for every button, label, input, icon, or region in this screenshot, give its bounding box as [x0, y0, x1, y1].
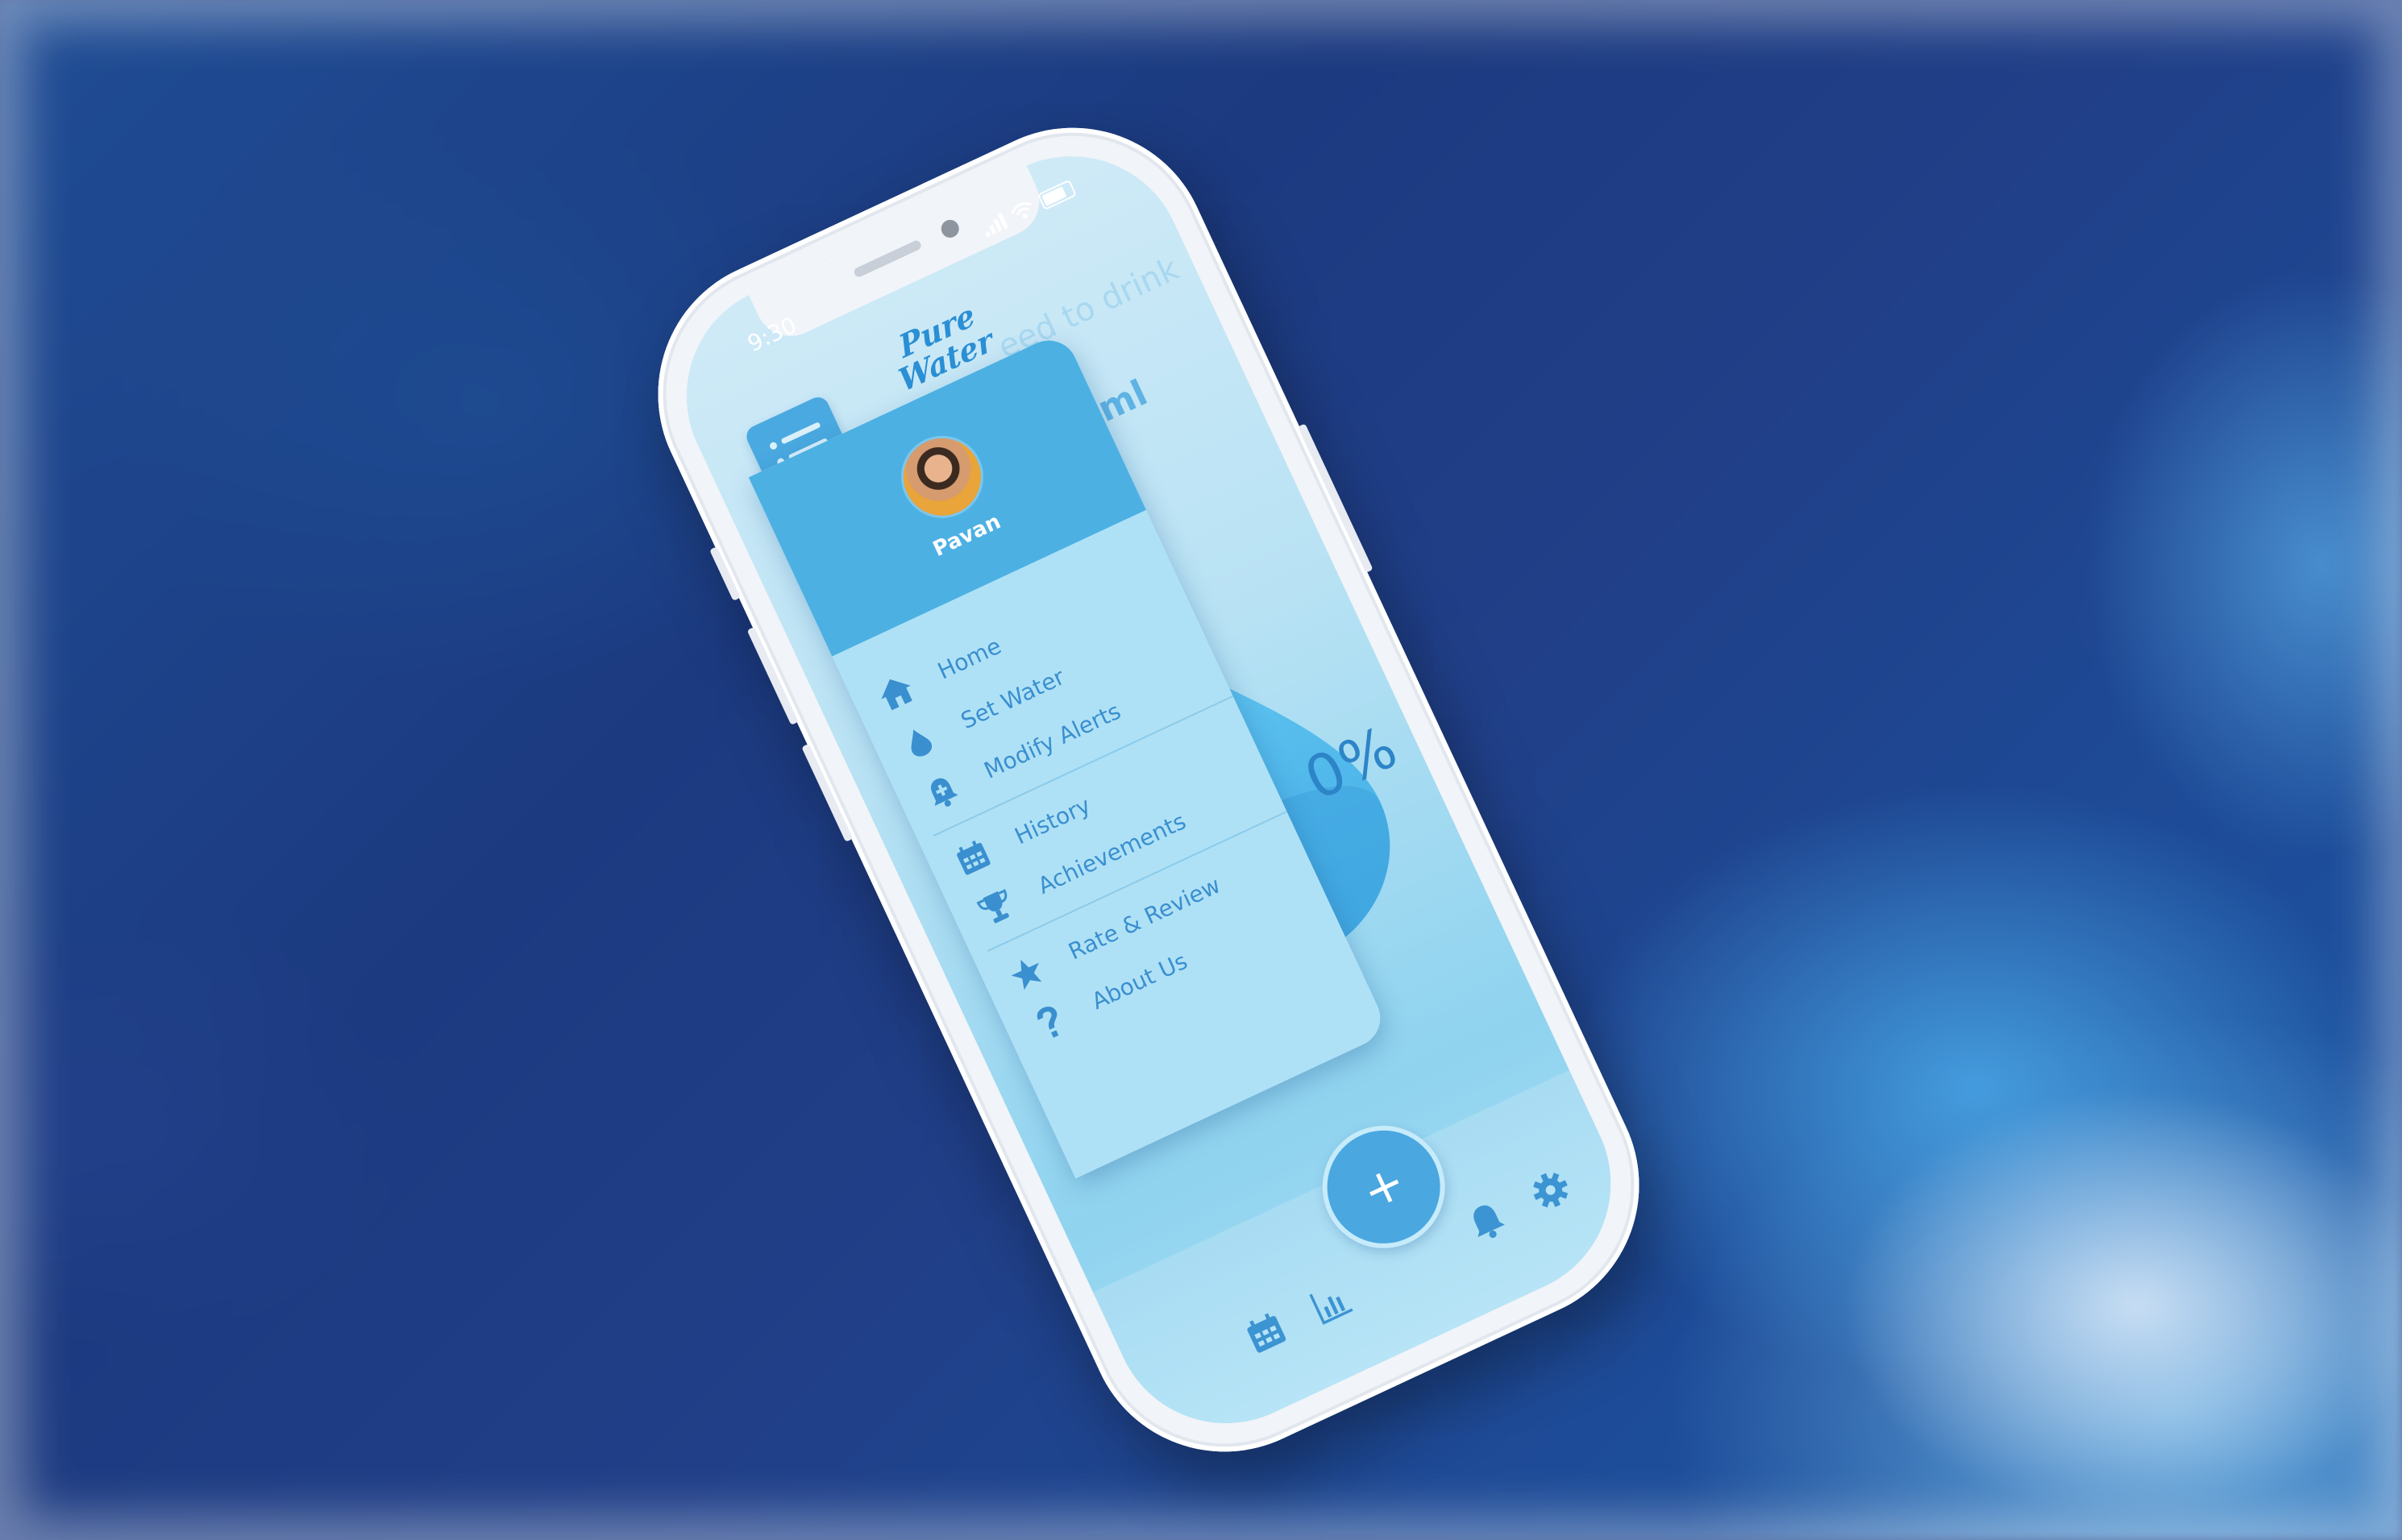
home-icon [871, 668, 920, 717]
calendar-icon[interactable] [1241, 1308, 1295, 1365]
settings-icon[interactable] [1525, 1164, 1580, 1224]
chart-icon[interactable] [1307, 1277, 1360, 1335]
earpiece-speaker [852, 239, 923, 279]
menu-dot [768, 441, 779, 451]
question-icon [1025, 998, 1074, 1047]
add-water-button[interactable]: + [1302, 1105, 1465, 1268]
water-drop-icon [895, 717, 944, 766]
calendar-icon [949, 832, 998, 882]
alert-bell-plus-icon [917, 767, 966, 816]
need-to-drink-text: eed to drink [992, 250, 1185, 367]
trophy-icon [971, 882, 1020, 932]
bell-icon[interactable] [1463, 1197, 1515, 1253]
menu-line [780, 421, 821, 445]
battery-icon [1037, 179, 1077, 211]
front-camera [938, 217, 962, 241]
star-icon [1002, 948, 1051, 998]
